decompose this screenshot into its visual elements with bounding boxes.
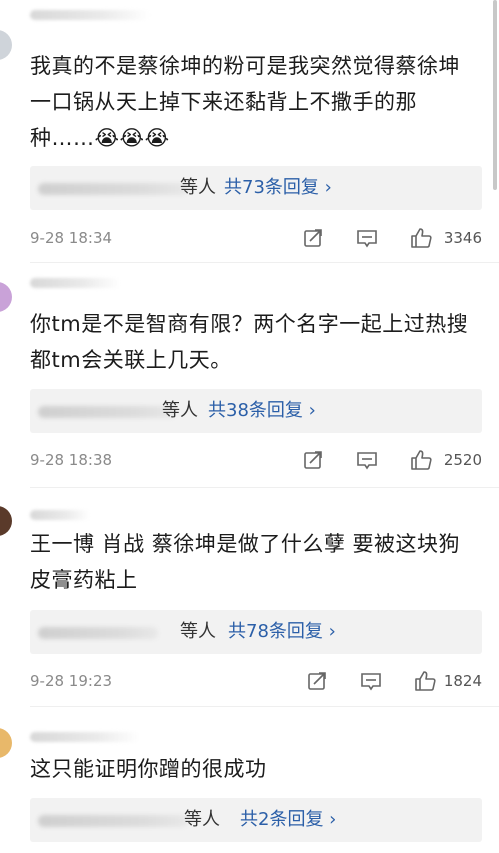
comment-time: 9-28 18:38: [30, 451, 113, 469]
like-icon[interactable]: [414, 670, 436, 692]
reply-names-blurred: [38, 627, 158, 639]
avatar[interactable]: [0, 728, 12, 758]
reply-preview[interactable]: 等人 共78条回复 ›: [30, 610, 482, 654]
comment-icon[interactable]: [356, 449, 378, 471]
divider: [30, 262, 499, 263]
reply-count-link[interactable]: 共2条回复 ›: [240, 798, 336, 842]
username-blurred[interactable]: [30, 732, 140, 742]
comment-text: 我真的不是蔡徐坤的粉可是我突然觉得蔡徐坤一口锅从天上掉下来还黏背上不撒手的那种……: [30, 54, 460, 150]
comment-text: 你tm是不是智商有限？两个名字一起上过热搜都tm会关联上几天。: [30, 312, 469, 372]
like-icon[interactable]: [410, 227, 432, 249]
comment-time: 9-28 19:23: [30, 672, 113, 690]
reply-preview[interactable]: 等人 共73条回复 ›: [30, 166, 482, 210]
reply-preview[interactable]: 等人 共38条回复 ›: [30, 389, 482, 433]
avatar[interactable]: [0, 506, 12, 536]
like-count: 2520: [443, 451, 482, 469]
comment-text: 王一博 肖战 蔡徐坤是做了什么孽 要被这块狗皮膏药粘上: [30, 532, 461, 592]
username-blurred[interactable]: [30, 278, 120, 288]
reply-count-link[interactable]: 共38条回复 ›: [208, 389, 316, 433]
reply-names-blurred: [38, 815, 188, 827]
share-icon[interactable]: [302, 227, 324, 249]
divider: [30, 706, 499, 707]
reply-preview[interactable]: 等人 共2条回复 ›: [30, 798, 482, 842]
share-icon[interactable]: [306, 670, 328, 692]
comment-meta: 9-28 19:23 1824: [30, 670, 482, 694]
reply-count-link[interactable]: 共78条回复 ›: [228, 610, 336, 654]
avatar[interactable]: [0, 282, 12, 312]
reply-names-suffix: 等人: [180, 621, 216, 642]
reply-count-link[interactable]: 共73条回复 ›: [224, 166, 332, 210]
reply-names-suffix: 等人: [180, 177, 216, 198]
like-count: 1824: [443, 672, 482, 690]
like-count: 3346: [443, 229, 482, 247]
comment-meta: 9-28 18:38 2520: [30, 449, 482, 473]
avatar[interactable]: [0, 30, 12, 60]
reply-names-blurred: [38, 183, 188, 195]
comment-text: 这只能证明你蹭的很成功: [30, 757, 267, 781]
scrollbar[interactable]: [493, 0, 497, 190]
reply-names-suffix: 等人: [162, 400, 198, 421]
comment-icon[interactable]: [356, 227, 378, 249]
username-blurred[interactable]: [30, 10, 150, 20]
comment-icon[interactable]: [360, 670, 382, 692]
comment-meta: 9-28 18:34 3346: [30, 227, 482, 251]
reply-names-blurred: [38, 406, 176, 418]
divider: [30, 487, 499, 488]
reply-names-suffix: 等人: [184, 809, 220, 830]
like-icon[interactable]: [410, 449, 432, 471]
comment-time: 9-28 18:34: [30, 229, 113, 247]
share-icon[interactable]: [302, 449, 324, 471]
username-blurred[interactable]: [30, 510, 90, 520]
